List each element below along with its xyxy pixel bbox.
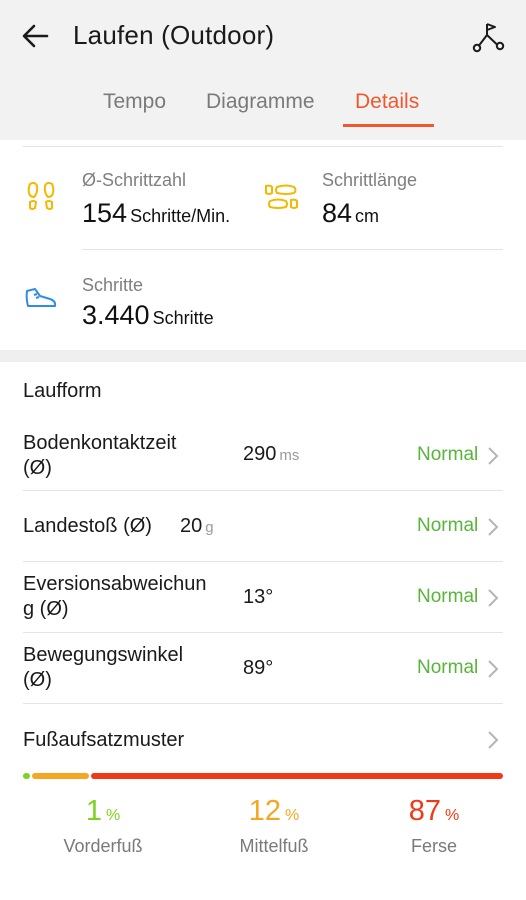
cadence-number: 154 <box>82 198 128 228</box>
foot-strike-row[interactable]: Fußaufsatzmuster <box>0 704 526 770</box>
midfoot-unit: % <box>285 807 300 824</box>
row-label-line1: Bodenkontaktzeit <box>23 432 177 454</box>
stride-icon <box>265 184 298 209</box>
chevron-right-icon <box>488 660 499 678</box>
row-label-line2: (Ø) <box>23 669 52 691</box>
status-normal: Normal <box>417 444 479 465</box>
row-value: 89° <box>243 657 273 680</box>
heel-unit: % <box>445 807 460 824</box>
forefoot-percent: 1% <box>53 795 153 828</box>
form-row-impact[interactable]: Landestoß (Ø) 20 g Normal <box>0 491 526 561</box>
stride-unit: cm <box>355 206 380 226</box>
route-icon[interactable] <box>470 19 506 55</box>
row-value: 20 g <box>180 515 214 538</box>
heel-label: Ferse <box>410 836 457 856</box>
chevron-right-icon <box>488 589 499 607</box>
chevron-right-icon <box>488 518 499 536</box>
row-value: 290 ms <box>243 443 299 466</box>
row-label: Landestoß (Ø) <box>23 514 152 539</box>
heel-bar-segment <box>90 773 504 779</box>
tab-indicator <box>343 124 434 127</box>
footprints-icon <box>27 181 55 210</box>
form-row-eversion[interactable]: Eversionsabweichun g (Ø) 13° Normal <box>0 562 526 632</box>
foot-strike-title: Fußaufsatzmuster <box>23 729 185 751</box>
cadence-value: 154 Schritte/Min. <box>82 198 230 229</box>
forefoot-unit: % <box>105 807 121 824</box>
midfoot-label: Mittelfuß <box>239 836 309 856</box>
midfoot-number: 12 <box>248 795 282 827</box>
row-label: Eversionsabweichun g (Ø) <box>23 572 206 622</box>
arrow-left-icon[interactable] <box>18 18 54 54</box>
status-normal: Normal <box>417 657 479 678</box>
row-label: Bodenkontaktzeit (Ø) <box>23 431 176 481</box>
stats-card: Ø-Schrittzahl 154 Schritte/Min. Schrittlä… <box>0 140 526 350</box>
heel-percent: 87% <box>384 795 484 828</box>
forefoot-bar-segment <box>23 773 30 779</box>
row-label: Bewegungswinkel (Ø) <box>23 643 183 693</box>
row-value-unit: g <box>205 519 214 536</box>
steps-label: Schritte <box>82 275 144 295</box>
status-normal: Normal <box>417 515 479 536</box>
row-value: 13° <box>243 586 273 609</box>
tab-bar: Tempo Diagramme Details <box>0 90 526 130</box>
divider <box>23 146 503 147</box>
forefoot-label: Vorderfuß <box>63 836 143 856</box>
row-value-number: 13° <box>243 586 274 608</box>
running-form-title: Laufform <box>23 380 102 402</box>
tab-details[interactable]: Details <box>355 90 419 114</box>
page-title: Laufen (Outdoor) <box>73 20 275 50</box>
section-gap <box>0 350 526 362</box>
stride-number: 84 <box>322 198 353 228</box>
stride-value: 84 cm <box>322 198 379 229</box>
forefoot-number: 1 <box>85 795 102 827</box>
row-value-number: 290 <box>243 443 277 465</box>
row-value-number: 20 <box>180 515 203 537</box>
running-shoe-icon <box>25 288 57 307</box>
cadence-label: Ø-Schrittzahl <box>82 170 187 190</box>
top-bar: Laufen (Outdoor) Tempo Diagramme Details <box>0 0 526 140</box>
row-value-number: 89° <box>243 657 274 679</box>
form-row-swing-angle[interactable]: Bewegungswinkel (Ø) 89° Normal <box>0 633 526 703</box>
row-label-line1: Eversionsabweichun <box>23 573 207 595</box>
heel-number: 87 <box>408 795 442 827</box>
steps-unit: Schritte <box>152 308 214 328</box>
row-value-unit: ms <box>279 447 300 464</box>
row-label-line2: (Ø) <box>23 457 52 479</box>
midfoot-bar-segment <box>31 773 89 779</box>
stride-label: Schrittlänge <box>322 170 418 190</box>
row-label-line1: Bewegungswinkel <box>23 644 184 666</box>
steps-value: 3.440 Schritte <box>82 300 214 331</box>
chevron-right-icon <box>488 731 499 749</box>
steps-number: 3.440 <box>82 300 150 330</box>
form-row-ground-contact[interactable]: Bodenkontaktzeit (Ø) 290 ms Normal <box>0 430 526 490</box>
status-normal: Normal <box>417 586 479 607</box>
midfoot-percent: 12% <box>224 795 324 828</box>
cadence-unit: Schritte/Min. <box>130 206 231 226</box>
row-label-line2: g (Ø) <box>23 598 69 620</box>
chevron-right-icon <box>488 447 499 465</box>
tab-tempo[interactable]: Tempo <box>103 90 166 114</box>
row-label-line1: Landestoß (Ø) <box>23 515 152 537</box>
tab-diagramme[interactable]: Diagramme <box>206 90 315 114</box>
divider <box>82 249 503 250</box>
